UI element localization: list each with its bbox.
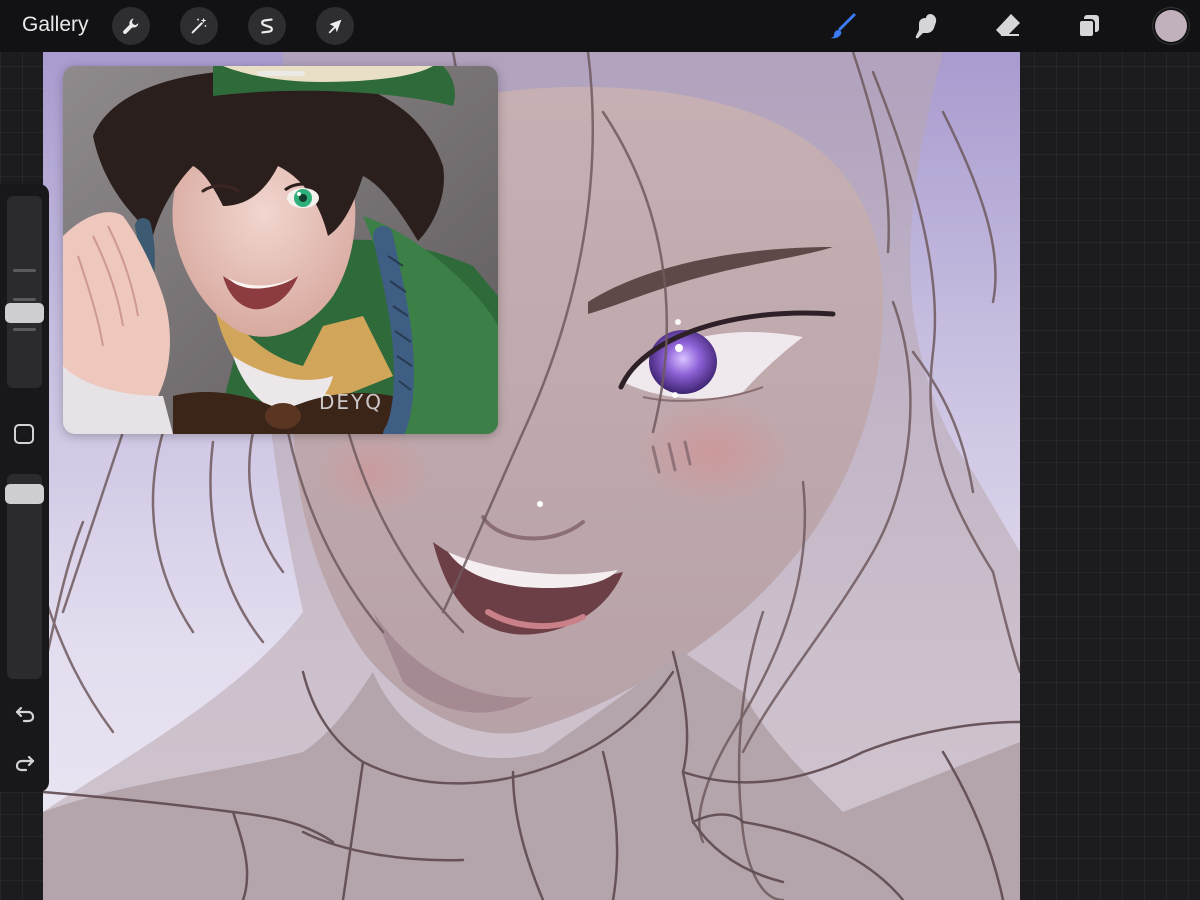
reference-drag-handle[interactable] bbox=[257, 71, 305, 76]
left-sidebar bbox=[0, 184, 49, 792]
undo-icon[interactable] bbox=[11, 699, 38, 726]
opacity-thumb[interactable] bbox=[5, 484, 44, 504]
eraser-icon[interactable] bbox=[990, 8, 1026, 44]
brush-size-slider[interactable] bbox=[7, 196, 42, 388]
transform-arrow-icon[interactable] bbox=[316, 7, 354, 45]
selection-icon[interactable] bbox=[248, 7, 286, 45]
slider-tick bbox=[13, 328, 36, 331]
gallery-button[interactable]: Gallery bbox=[22, 13, 89, 37]
procreate-app: DEYQ Gallery bbox=[0, 0, 1200, 900]
brush-icon[interactable] bbox=[825, 8, 861, 44]
slider-tick bbox=[13, 298, 36, 301]
reference-signature: DEYQ bbox=[319, 390, 383, 414]
magic-wand-icon[interactable] bbox=[180, 7, 218, 45]
reference-window[interactable]: DEYQ bbox=[63, 66, 498, 434]
smudge-icon[interactable] bbox=[908, 8, 944, 44]
wrench-icon[interactable] bbox=[112, 7, 150, 45]
top-toolbar: Gallery bbox=[0, 0, 1200, 52]
brush-size-thumb[interactable] bbox=[5, 303, 44, 323]
reference-image bbox=[63, 66, 498, 434]
slider-tick bbox=[13, 269, 36, 272]
redo-icon[interactable] bbox=[11, 748, 38, 775]
opacity-slider[interactable] bbox=[7, 474, 42, 679]
color-picker-swatch[interactable] bbox=[1155, 10, 1187, 42]
square-icon[interactable] bbox=[14, 424, 34, 444]
layers-icon[interactable] bbox=[1071, 8, 1107, 44]
